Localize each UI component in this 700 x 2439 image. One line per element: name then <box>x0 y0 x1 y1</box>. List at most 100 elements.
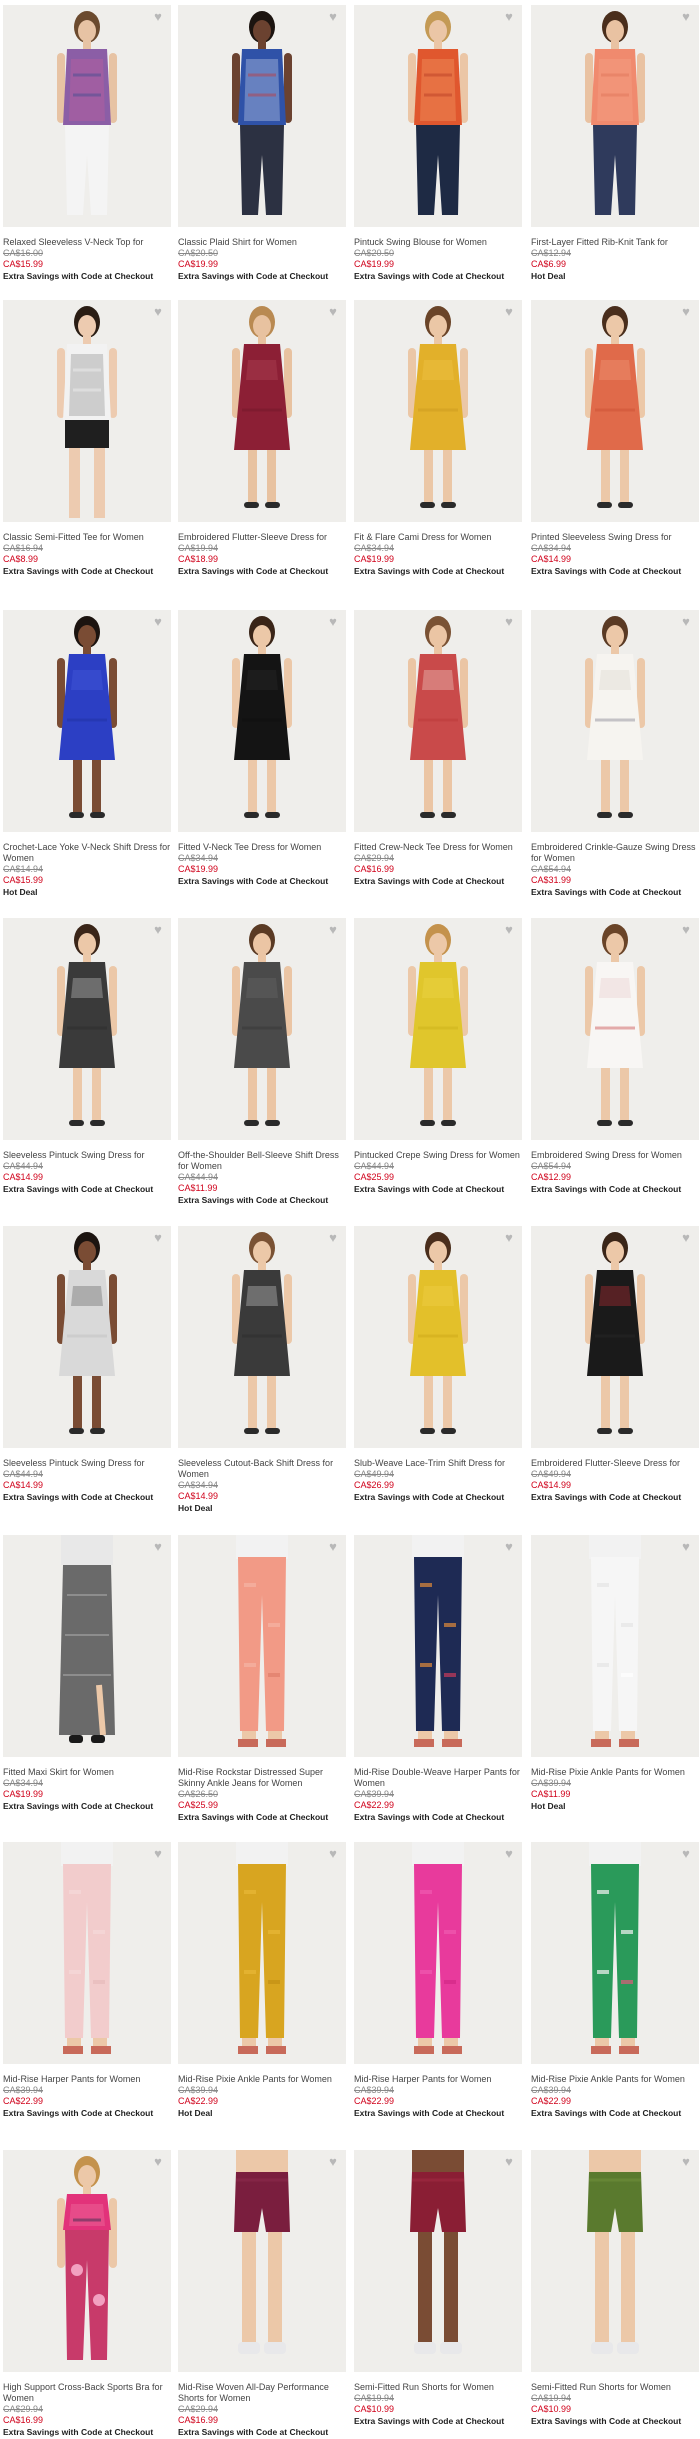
heart-icon[interactable]: ♥ <box>502 1540 516 1554</box>
product-title[interactable]: Relaxed Sleeveless V-Neck Top for Women <box>3 237 171 248</box>
product-title[interactable]: First-Layer Fitted Rib-Knit Tank for Wom… <box>531 237 699 248</box>
product-card[interactable]: ♥ First-Layer Fitted Rib-Knit Tank for Wo… <box>531 5 699 282</box>
product-title[interactable]: Semi-Fitted Run Shorts for Women <box>354 2382 522 2393</box>
product-card[interactable]: ♥ Mid-Rise Pixie Ankle Pants for Women CA$… <box>531 1535 699 1812</box>
product-card[interactable]: ♥ Embroidered Flutter-Sleeve Dress for Wo… <box>178 300 346 577</box>
heart-icon[interactable]: ♥ <box>326 923 340 937</box>
product-card[interactable]: ♥ Classic Semi-Fitted Tee for Women CA$16.… <box>3 300 171 577</box>
product-card[interactable]: ♥ High Support Cross-Back Sports Bra for … <box>3 2150 171 2438</box>
product-card[interactable]: ♥ Semi-Fitted Run Shorts for Women CA$19.9… <box>354 2150 522 2427</box>
product-image[interactable]: ♥ <box>178 2150 346 2372</box>
product-title[interactable]: Fitted Maxi Skirt for Women <box>3 1767 171 1778</box>
product-image[interactable]: ♥ <box>531 2150 699 2372</box>
product-image[interactable]: ♥ <box>178 1535 346 1757</box>
product-title[interactable]: Mid-Rise Woven All-Day Performance Short… <box>178 2382 346 2404</box>
product-title[interactable]: Mid-Rise Harper Pants for Women <box>354 2074 522 2085</box>
product-card[interactable]: ♥ Fit & Flare Cami Dress for Women CA$34.9… <box>354 300 522 577</box>
product-image[interactable]: ♥ <box>354 5 522 227</box>
heart-icon[interactable]: ♥ <box>502 2155 516 2169</box>
product-card[interactable]: ♥ Crochet-Lace Yoke V-Neck Shift Dress fo… <box>3 610 171 898</box>
product-image[interactable]: ♥ <box>3 1226 171 1448</box>
product-title[interactable]: Embroidered Flutter-Sleeve Dress for Wom… <box>178 532 346 543</box>
product-image[interactable]: ♥ <box>531 1842 699 2064</box>
product-card[interactable]: ♥ Sleeveless Pintuck Swing Dress for Wome… <box>3 1226 171 1503</box>
product-card[interactable]: ♥ Pintucked Crepe Swing Dress for Women CA… <box>354 918 522 1195</box>
product-card[interactable]: ♥ Slub-Weave Lace-Trim Shift Dress for Wo… <box>354 1226 522 1503</box>
product-card[interactable]: ♥ Embroidered Swing Dress for Women CA$54.… <box>531 918 699 1195</box>
product-image[interactable]: ♥ <box>3 1535 171 1757</box>
heart-icon[interactable]: ♥ <box>502 10 516 24</box>
heart-icon[interactable]: ♥ <box>326 1540 340 1554</box>
product-image[interactable]: ♥ <box>3 5 171 227</box>
heart-icon[interactable]: ♥ <box>502 1231 516 1245</box>
product-title[interactable]: Printed Sleeveless Swing Dress for Women <box>531 532 699 543</box>
product-card[interactable]: ♥ Fitted V-Neck Tee Dress for Women CA$34.… <box>178 610 346 887</box>
product-image[interactable]: ♥ <box>3 918 171 1140</box>
product-card[interactable]: ♥ Mid-Rise Pixie Ankle Pants for Women CA$… <box>531 1842 699 2119</box>
product-image[interactable]: ♥ <box>354 300 522 522</box>
product-image[interactable]: ♥ <box>3 610 171 832</box>
product-title[interactable]: Pintuck Swing Blouse for Women <box>354 237 522 248</box>
product-title[interactable]: Sleeveless Pintuck Swing Dress for Women <box>3 1150 171 1161</box>
product-image[interactable]: ♥ <box>531 610 699 832</box>
product-card[interactable]: ♥ Pintuck Swing Blouse for Women CA$20.50 C… <box>354 5 522 282</box>
product-image[interactable]: ♥ <box>178 300 346 522</box>
product-image[interactable]: ♥ <box>178 5 346 227</box>
product-image[interactable]: ♥ <box>3 1842 171 2064</box>
product-title[interactable]: Embroidered Swing Dress for Women <box>531 1150 699 1161</box>
product-image[interactable]: ♥ <box>354 2150 522 2372</box>
product-card[interactable]: ♥ Sleeveless Cutout-Back Shift Dress for … <box>178 1226 346 1514</box>
product-image[interactable]: ♥ <box>531 1226 699 1448</box>
product-title[interactable]: Off-the-Shoulder Bell-Sleeve Shift Dress… <box>178 1150 346 1172</box>
product-card[interactable]: ♥ Mid-Rise Harper Pants for Women CA$39.94… <box>3 1842 171 2119</box>
heart-icon[interactable]: ♥ <box>151 10 165 24</box>
heart-icon[interactable]: ♥ <box>151 615 165 629</box>
heart-icon[interactable]: ♥ <box>502 305 516 319</box>
product-card[interactable]: ♥ Mid-Rise Woven All-Day Performance Shor… <box>178 2150 346 2438</box>
product-title[interactable]: Slub-Weave Lace-Trim Shift Dress for Wom… <box>354 1458 522 1469</box>
heart-icon[interactable]: ♥ <box>679 1847 693 1861</box>
product-image[interactable]: ♥ <box>354 610 522 832</box>
product-image[interactable]: ♥ <box>531 1535 699 1757</box>
heart-icon[interactable]: ♥ <box>326 305 340 319</box>
product-image[interactable]: ♥ <box>354 1842 522 2064</box>
product-card[interactable]: ♥ Embroidered Flutter-Sleeve Dress for Wo… <box>531 1226 699 1503</box>
heart-icon[interactable]: ♥ <box>326 1847 340 1861</box>
heart-icon[interactable]: ♥ <box>502 615 516 629</box>
product-title[interactable]: Mid-Rise Pixie Ankle Pants for Women <box>531 1767 699 1778</box>
product-card[interactable]: ♥ Semi-Fitted Run Shorts for Women CA$19.9… <box>531 2150 699 2427</box>
heart-icon[interactable]: ♥ <box>679 2155 693 2169</box>
heart-icon[interactable]: ♥ <box>326 10 340 24</box>
product-title[interactable]: Mid-Rise Pixie Ankle Pants for Women <box>178 2074 346 2085</box>
heart-icon[interactable]: ♥ <box>679 10 693 24</box>
product-title[interactable]: Embroidered Crinkle-Gauze Swing Dress fo… <box>531 842 699 864</box>
product-image[interactable]: ♥ <box>3 2150 171 2372</box>
heart-icon[interactable]: ♥ <box>151 305 165 319</box>
product-title[interactable]: Mid-Rise Pixie Ankle Pants for Women <box>531 2074 699 2085</box>
heart-icon[interactable]: ♥ <box>679 615 693 629</box>
heart-icon[interactable]: ♥ <box>502 1847 516 1861</box>
heart-icon[interactable]: ♥ <box>151 1231 165 1245</box>
heart-icon[interactable]: ♥ <box>151 1847 165 1861</box>
heart-icon[interactable]: ♥ <box>151 1540 165 1554</box>
heart-icon[interactable]: ♥ <box>151 923 165 937</box>
product-title[interactable]: Classic Plaid Shirt for Women <box>178 237 346 248</box>
product-image[interactable]: ♥ <box>531 300 699 522</box>
product-title[interactable]: Mid-Rise Double-Weave Harper Pants for W… <box>354 1767 522 1789</box>
product-image[interactable]: ♥ <box>531 918 699 1140</box>
product-image[interactable]: ♥ <box>354 918 522 1140</box>
heart-icon[interactable]: ♥ <box>502 923 516 937</box>
product-image[interactable]: ♥ <box>178 610 346 832</box>
product-title[interactable]: Pintucked Crepe Swing Dress for Women <box>354 1150 522 1161</box>
product-card[interactable]: ♥ Mid-Rise Harper Pants for Women CA$39.94… <box>354 1842 522 2119</box>
product-title[interactable]: Crochet-Lace Yoke V-Neck Shift Dress for… <box>3 842 171 864</box>
heart-icon[interactable]: ♥ <box>326 2155 340 2169</box>
product-title[interactable]: Sleeveless Cutout-Back Shift Dress for W… <box>178 1458 346 1480</box>
product-title[interactable]: Classic Semi-Fitted Tee for Women <box>3 532 171 543</box>
product-title[interactable]: Mid-Rise Rockstar Distressed Super Skinn… <box>178 1767 346 1789</box>
product-title[interactable]: High Support Cross-Back Sports Bra for W… <box>3 2382 171 2404</box>
product-card[interactable]: ♥ Mid-Rise Double-Weave Harper Pants for … <box>354 1535 522 1823</box>
product-title[interactable]: Embroidered Flutter-Sleeve Dress for Wom… <box>531 1458 699 1469</box>
product-card[interactable]: ♥ Mid-Rise Rockstar Distressed Super Skin… <box>178 1535 346 1823</box>
heart-icon[interactable]: ♥ <box>326 615 340 629</box>
